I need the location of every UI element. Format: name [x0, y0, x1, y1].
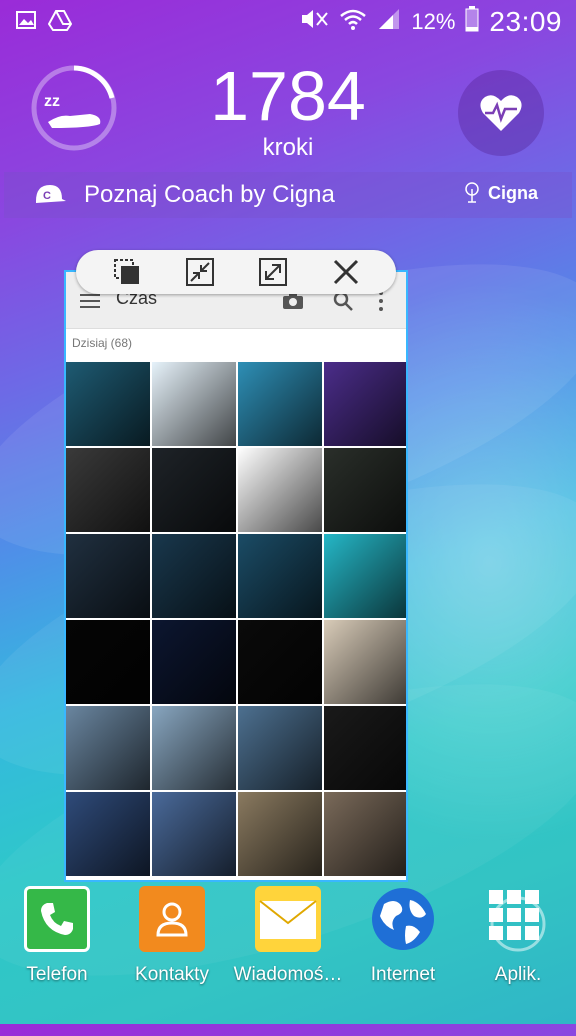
- apps-icon: [485, 886, 551, 952]
- phone-icon: [24, 886, 90, 952]
- photo-thumbnail[interactable]: [324, 620, 406, 704]
- status-bar: 12% 23:09: [0, 0, 576, 44]
- minimize-icon: [185, 258, 214, 286]
- dock-label: Kontakty: [135, 964, 209, 985]
- cigna-logo: Cigna: [462, 182, 538, 204]
- dock-item-aplikacje[interactable]: Aplik.: [463, 886, 573, 986]
- gallery-icon: [14, 8, 38, 32]
- internet-icon: [370, 886, 436, 952]
- coach-banner[interactable]: C Poznaj Coach by Cigna Cigna: [4, 172, 572, 218]
- photo-thumbnail[interactable]: [66, 792, 150, 876]
- photo-thumbnail[interactable]: [66, 620, 150, 704]
- switch-window-button[interactable]: [110, 255, 144, 289]
- photo-thumbnail[interactable]: [324, 706, 406, 790]
- contacts-icon: [139, 886, 205, 952]
- dock-item-wiadomosci[interactable]: Wiadomoś…: [233, 886, 343, 986]
- close-icon: [333, 259, 358, 285]
- dock-item-telefon[interactable]: Telefon: [2, 886, 112, 986]
- maximize-button[interactable]: [256, 255, 290, 289]
- photo-thumbnail[interactable]: [324, 362, 406, 446]
- photo-thumbnail[interactable]: [238, 534, 322, 618]
- drive-icon: [48, 8, 72, 32]
- date-section-header: Dzisiaj (68): [72, 336, 133, 350]
- cigna-tree-icon: [465, 182, 479, 203]
- photo-thumbnail[interactable]: [152, 792, 236, 876]
- battery-percent: 12%: [411, 9, 456, 34]
- photo-thumbnail[interactable]: [152, 534, 236, 618]
- photo-thumbnail[interactable]: [238, 362, 322, 446]
- photo-thumbnail[interactable]: [238, 448, 322, 532]
- battery-icon: [465, 6, 479, 38]
- dock-label: Telefon: [26, 964, 88, 985]
- svg-text:C: C: [43, 190, 51, 202]
- dock-label: Aplik.: [494, 964, 542, 985]
- photo-thumbnail[interactable]: [152, 448, 236, 532]
- photo-thumbnail[interactable]: [324, 792, 406, 876]
- photo-thumbnail[interactable]: [324, 448, 406, 532]
- photo-thumbnail[interactable]: [66, 534, 150, 618]
- thumbnail-grid: [66, 362, 406, 876]
- photo-thumbnail[interactable]: [66, 448, 150, 532]
- photo-thumbnail[interactable]: [238, 620, 322, 704]
- switch-window-icon: [113, 259, 139, 284]
- photo-thumbnail[interactable]: [66, 362, 150, 446]
- photo-thumbnail[interactable]: [238, 706, 322, 790]
- photo-thumbnail[interactable]: [152, 362, 236, 446]
- app-dock: Telefon Kontakty Wiadomoś… Internet Apli…: [0, 880, 576, 1024]
- photo-thumbnail[interactable]: [152, 706, 236, 790]
- popup-control-bar: [76, 250, 396, 294]
- dock-item-internet[interactable]: Internet: [348, 886, 458, 986]
- wifi-icon: [339, 7, 367, 37]
- clock: 23:09: [489, 6, 562, 37]
- mute-icon: [299, 7, 329, 37]
- signal-icon: [377, 7, 401, 37]
- photo-thumbnail[interactable]: [152, 620, 236, 704]
- close-button[interactable]: [329, 255, 363, 289]
- cigna-brand: Cigna: [487, 182, 538, 203]
- photo-thumbnail[interactable]: [324, 534, 406, 618]
- heart-icon: [480, 95, 522, 131]
- menu-icon[interactable]: [80, 294, 100, 308]
- popup-window[interactable]: Czas Dzisiaj (68): [64, 270, 408, 882]
- camera-icon[interactable]: [282, 292, 304, 310]
- minimize-button[interactable]: [183, 255, 217, 289]
- photo-thumbnail[interactable]: [66, 706, 150, 790]
- photo-thumbnail[interactable]: [238, 792, 322, 876]
- coach-cap-icon: C: [30, 177, 70, 213]
- messages-icon: [255, 886, 321, 952]
- dock-item-kontakty[interactable]: Kontakty: [117, 886, 227, 986]
- heart-rate-button[interactable]: [458, 70, 544, 156]
- s-health-widget[interactable]: zz 1784 kroki: [4, 46, 572, 170]
- maximize-icon: [258, 258, 287, 286]
- coach-text: Poznaj Coach by Cigna: [84, 181, 335, 208]
- dock-label: Internet: [370, 964, 436, 985]
- dock-label: Wiadomoś…: [233, 964, 343, 985]
